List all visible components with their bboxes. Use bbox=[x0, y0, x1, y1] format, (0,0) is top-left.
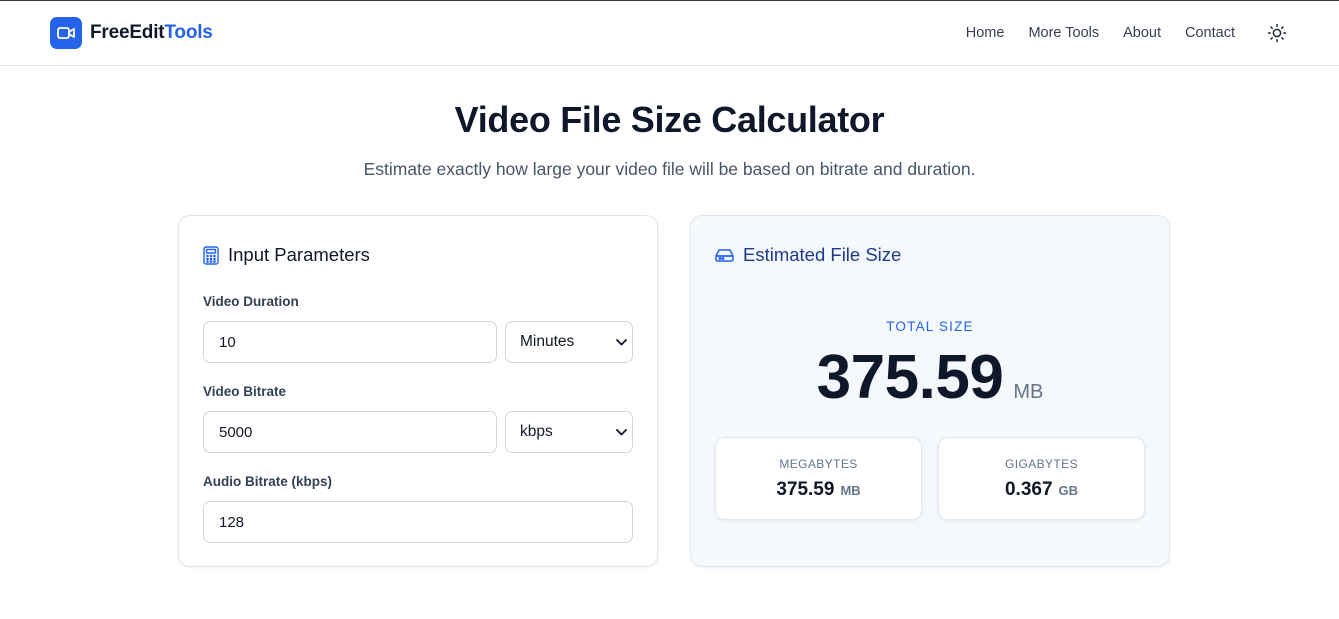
gigabytes-card: GIGABYTES 0.367 GB bbox=[938, 437, 1145, 520]
video-duration-label: Video Duration bbox=[203, 294, 299, 309]
chevron-down-icon bbox=[610, 338, 632, 346]
brand-name-part1: FreeEdit bbox=[90, 22, 165, 43]
gigabytes-label: GIGABYTES bbox=[1005, 457, 1078, 471]
brand-name-part2: Tools bbox=[164, 22, 213, 43]
chevron-down-icon bbox=[610, 428, 632, 436]
duration-unit-select[interactable]: Minutes bbox=[505, 321, 633, 363]
bitrate-unit-value: kbps bbox=[520, 423, 553, 440]
total-size-display: 375.59 MB bbox=[691, 342, 1169, 414]
duration-unit-value: Minutes bbox=[520, 333, 575, 350]
video-bitrate-label: Video Bitrate bbox=[203, 384, 287, 399]
calculator-icon bbox=[203, 245, 219, 265]
hard-drive-icon bbox=[715, 249, 734, 262]
audio-bitrate-label: Audio Bitrate (kbps) bbox=[203, 474, 333, 489]
total-size-label: TOTAL SIZE bbox=[886, 319, 974, 334]
result-card-title: Estimated File Size bbox=[743, 244, 902, 265]
input-card-title: Input Parameters bbox=[228, 244, 370, 265]
total-size-unit: MB bbox=[1013, 381, 1044, 403]
theme-toggle-button[interactable] bbox=[1265, 21, 1289, 45]
page-subtitle: Estimate exactly how large your video fi… bbox=[363, 159, 976, 179]
gigabytes-value: 0.367 bbox=[1004, 479, 1053, 500]
sun-icon bbox=[1267, 23, 1287, 43]
total-size-value: 375.59 bbox=[816, 343, 1004, 412]
estimated-file-size-card: Estimated File Size TOTAL SIZE 375.59 MB… bbox=[690, 215, 1170, 567]
megabytes-display: 375.59 MB bbox=[716, 479, 921, 501]
nav-more-tools[interactable]: More Tools bbox=[1028, 25, 1099, 41]
main-nav: Home More Tools About Contact bbox=[966, 17, 1289, 49]
megabytes-label: MEGABYTES bbox=[779, 457, 858, 471]
result-card-header: Estimated File Size bbox=[715, 244, 901, 266]
gigabytes-unit: GB bbox=[1058, 483, 1079, 498]
video-camera-icon bbox=[50, 17, 82, 49]
brand-logo-link[interactable]: FreeEditTools bbox=[50, 17, 213, 49]
input-parameters-card: Input Parameters Video Duration Minutes … bbox=[178, 215, 658, 567]
nav-contact[interactable]: Contact bbox=[1185, 25, 1235, 41]
megabytes-unit: MB bbox=[840, 483, 861, 498]
nav-home[interactable]: Home bbox=[966, 25, 1005, 41]
gigabytes-display: 0.367 GB bbox=[939, 479, 1144, 501]
megabytes-card: MEGABYTES 375.59 MB bbox=[715, 437, 922, 520]
brand-name: FreeEditTools bbox=[90, 22, 213, 44]
video-bitrate-input[interactable] bbox=[203, 411, 497, 453]
video-duration-input[interactable] bbox=[203, 321, 497, 363]
audio-bitrate-input[interactable] bbox=[203, 501, 633, 543]
page-title: Video File Size Calculator bbox=[454, 99, 885, 140]
bitrate-unit-select[interactable]: kbps bbox=[505, 411, 633, 453]
input-card-header: Input Parameters bbox=[203, 244, 370, 266]
site-header: FreeEditTools Home More Tools About Cont… bbox=[0, 1, 1339, 66]
megabytes-value: 375.59 bbox=[776, 479, 835, 500]
nav-about[interactable]: About bbox=[1123, 25, 1161, 41]
